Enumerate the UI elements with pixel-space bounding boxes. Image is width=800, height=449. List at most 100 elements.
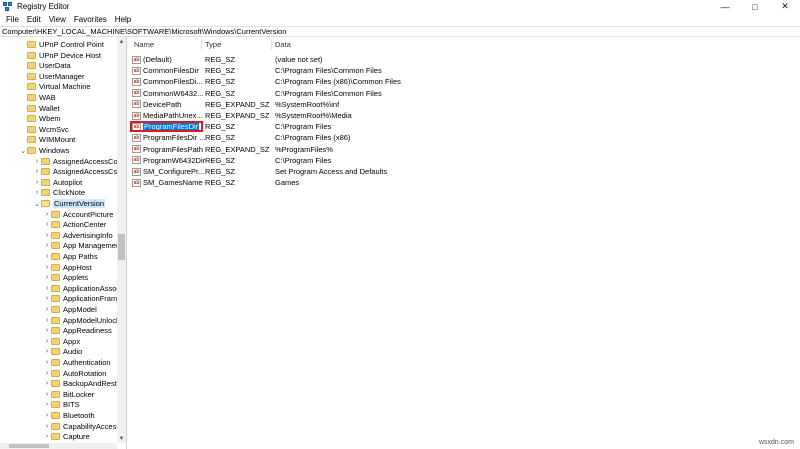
- tree-item[interactable]: › AutoRotation: [43, 368, 107, 379]
- values-list[interactable]: Name Type Data ab (Default) REG_SZ (value n…: [129, 37, 800, 449]
- tree-item[interactable]: › ActionCenter: [43, 219, 107, 230]
- tree-item[interactable]: UserManager: [27, 71, 84, 82]
- value-row[interactable]: ab ProgramW6432Dir REG_SZ C:\Program Files: [129, 155, 529, 166]
- chevron-right-icon[interactable]: ›: [43, 325, 51, 336]
- chevron-right-icon[interactable]: ›: [43, 410, 51, 421]
- chevron-right-icon[interactable]: ›: [43, 240, 51, 251]
- hscroll-thumb[interactable]: [9, 444, 49, 448]
- tree-item[interactable]: ⌄ Windows: [20, 145, 69, 156]
- chevron-right-icon[interactable]: ›: [33, 177, 41, 188]
- tree-item[interactable]: › Bluetooth: [43, 410, 95, 421]
- tree-item[interactable]: › Audio: [43, 346, 82, 357]
- scroll-up-icon[interactable]: ▲: [117, 37, 126, 46]
- value-name-cell[interactable]: ab SM_GamesName: [132, 177, 203, 188]
- chevron-right-icon[interactable]: ›: [33, 187, 41, 198]
- tree-item[interactable]: › BITS: [43, 399, 80, 410]
- scrollbar-thumb[interactable]: [118, 234, 125, 260]
- value-name-cell[interactable]: ab (Default): [132, 54, 172, 65]
- chevron-right-icon[interactable]: ›: [43, 283, 51, 294]
- tree-item[interactable]: › AccountPicture: [43, 209, 114, 220]
- tree-horizontal-scrollbar[interactable]: [0, 443, 117, 449]
- value-row[interactable]: ab ProgramFilesPath REG_EXPAND_SZ %ProgramF…: [129, 144, 529, 155]
- value-name-cell[interactable]: ab MediaPathUnex...: [132, 110, 203, 121]
- key-tree[interactable]: UPnP Control Point UPnP Device Host UserDa…: [0, 37, 127, 449]
- tree-item[interactable]: Wallet: [27, 103, 60, 114]
- chevron-down-icon[interactable]: ⌄: [19, 145, 27, 156]
- menu-favorites[interactable]: Favorites: [70, 15, 111, 24]
- tree-item[interactable]: › ApplicationFrame: [43, 293, 122, 304]
- chevron-right-icon[interactable]: ›: [43, 368, 51, 379]
- menu-edit[interactable]: Edit: [23, 15, 45, 24]
- value-name-cell[interactable]: ab CommonFilesDir: [132, 65, 199, 76]
- value-row[interactable]: ab CommonW6432... REG_SZ C:\Program Files\C…: [129, 88, 529, 99]
- tree-item[interactable]: ⌄ CurrentVersion: [33, 198, 106, 209]
- tree-vertical-scrollbar[interactable]: ▲ ▼: [117, 37, 126, 443]
- chevron-right-icon[interactable]: ›: [43, 251, 51, 262]
- value-row[interactable]: ab CommonFilesDir REG_SZ C:\Program Files\C…: [129, 65, 529, 76]
- value-row[interactable]: ab SM_GamesName REG_SZ Games: [129, 177, 529, 188]
- column-divider[interactable]: [271, 39, 272, 50]
- column-header-name[interactable]: Name: [134, 40, 154, 49]
- tree-item[interactable]: › Autopilot: [33, 177, 82, 188]
- value-row[interactable]: ab MediaPathUnex... REG_EXPAND_SZ %SystemRo…: [129, 110, 529, 121]
- menu-view[interactable]: View: [45, 15, 70, 24]
- chevron-right-icon[interactable]: ›: [43, 378, 51, 389]
- menu-file[interactable]: File: [2, 15, 23, 24]
- tree-item[interactable]: › App Management: [43, 240, 122, 251]
- chevron-right-icon[interactable]: ›: [43, 389, 51, 400]
- chevron-right-icon[interactable]: ›: [43, 399, 51, 410]
- tree-item[interactable]: › AppHost: [43, 262, 92, 273]
- value-row[interactable]: ab ProgramFilesDir ... REG_SZ C:\Program Fi…: [129, 132, 529, 143]
- chevron-right-icon[interactable]: ›: [43, 357, 51, 368]
- tree-item[interactable]: WcmSvc: [27, 124, 69, 135]
- close-button[interactable]: ✕: [770, 0, 800, 13]
- value-name-cell[interactable]: ab CommonW6432...: [132, 88, 203, 99]
- chevron-right-icon[interactable]: ›: [43, 230, 51, 241]
- value-row[interactable]: ab SM_ConfigurePr... REG_SZ Set Program Acc…: [129, 166, 529, 177]
- value-name-cell[interactable]: ab ProgramW6432Dir: [132, 155, 205, 166]
- tree-item[interactable]: › App Paths: [43, 251, 98, 262]
- chevron-right-icon[interactable]: ›: [33, 156, 41, 167]
- tree-item[interactable]: › AppModelUnlock: [43, 315, 120, 326]
- tree-item[interactable]: › AssignedAccessConf: [33, 156, 124, 167]
- address-bar[interactable]: Computer\HKEY_LOCAL_MACHINE\SOFTWARE\Mic…: [0, 26, 800, 37]
- tree-item[interactable]: › Capture: [43, 431, 90, 442]
- tree-item[interactable]: WIMMount: [27, 134, 75, 145]
- tree-item[interactable]: › AppReadiness: [43, 325, 112, 336]
- tree-item[interactable]: › ClickNote: [33, 187, 85, 198]
- chevron-right-icon[interactable]: ›: [43, 304, 51, 315]
- tree-item[interactable]: › AssignedAccessCsp: [33, 166, 122, 177]
- maximize-button[interactable]: □: [740, 0, 770, 13]
- chevron-right-icon[interactable]: ›: [43, 262, 51, 273]
- tree-item[interactable]: › Applets: [43, 272, 88, 283]
- tree-item[interactable]: UPnP Device Host: [27, 50, 101, 61]
- value-row[interactable]: ab ProgramFilesDir REG_SZ C:\Program Files: [129, 121, 529, 133]
- chevron-right-icon[interactable]: ›: [33, 166, 41, 177]
- chevron-right-icon[interactable]: ›: [43, 272, 51, 283]
- column-header-type[interactable]: Type: [205, 40, 221, 49]
- tree-item[interactable]: › ApplicationAssoci: [43, 283, 122, 294]
- value-name-cell[interactable]: ab ProgramFilesDir ...: [132, 132, 206, 143]
- chevron-right-icon[interactable]: ›: [43, 421, 51, 432]
- value-name-cell[interactable]: ab ProgramFilesPath: [132, 144, 203, 155]
- chevron-right-icon[interactable]: ›: [43, 219, 51, 230]
- tree-item[interactable]: UPnP Control Point: [27, 39, 104, 50]
- chevron-right-icon[interactable]: ›: [43, 336, 51, 347]
- tree-item[interactable]: › BitLocker: [43, 389, 94, 400]
- value-name-cell[interactable]: ab SM_ConfigurePr...: [132, 166, 204, 177]
- tree-item[interactable]: Virtual Machine: [27, 81, 91, 92]
- chevron-right-icon[interactable]: ›: [43, 293, 51, 304]
- tree-item[interactable]: WAB: [27, 92, 56, 103]
- tree-item[interactable]: › Appx: [43, 336, 80, 347]
- tree-item[interactable]: Wbem: [27, 113, 61, 124]
- value-row[interactable]: ab DevicePath REG_EXPAND_SZ %SystemRoot%\in…: [129, 99, 529, 110]
- chevron-right-icon[interactable]: ›: [43, 346, 51, 357]
- tree-item[interactable]: › BackupAndRestor: [43, 378, 124, 389]
- chevron-down-icon[interactable]: ⌄: [33, 198, 41, 209]
- chevron-right-icon[interactable]: ›: [43, 431, 51, 442]
- tree-item[interactable]: UserData: [27, 60, 71, 71]
- tree-item[interactable]: › CapabilityAccessM: [43, 421, 126, 432]
- minimize-button[interactable]: —: [710, 0, 740, 13]
- value-name-cell[interactable]: ab DevicePath: [132, 99, 181, 110]
- value-name-cell[interactable]: ab CommonFilesDi...: [132, 76, 203, 87]
